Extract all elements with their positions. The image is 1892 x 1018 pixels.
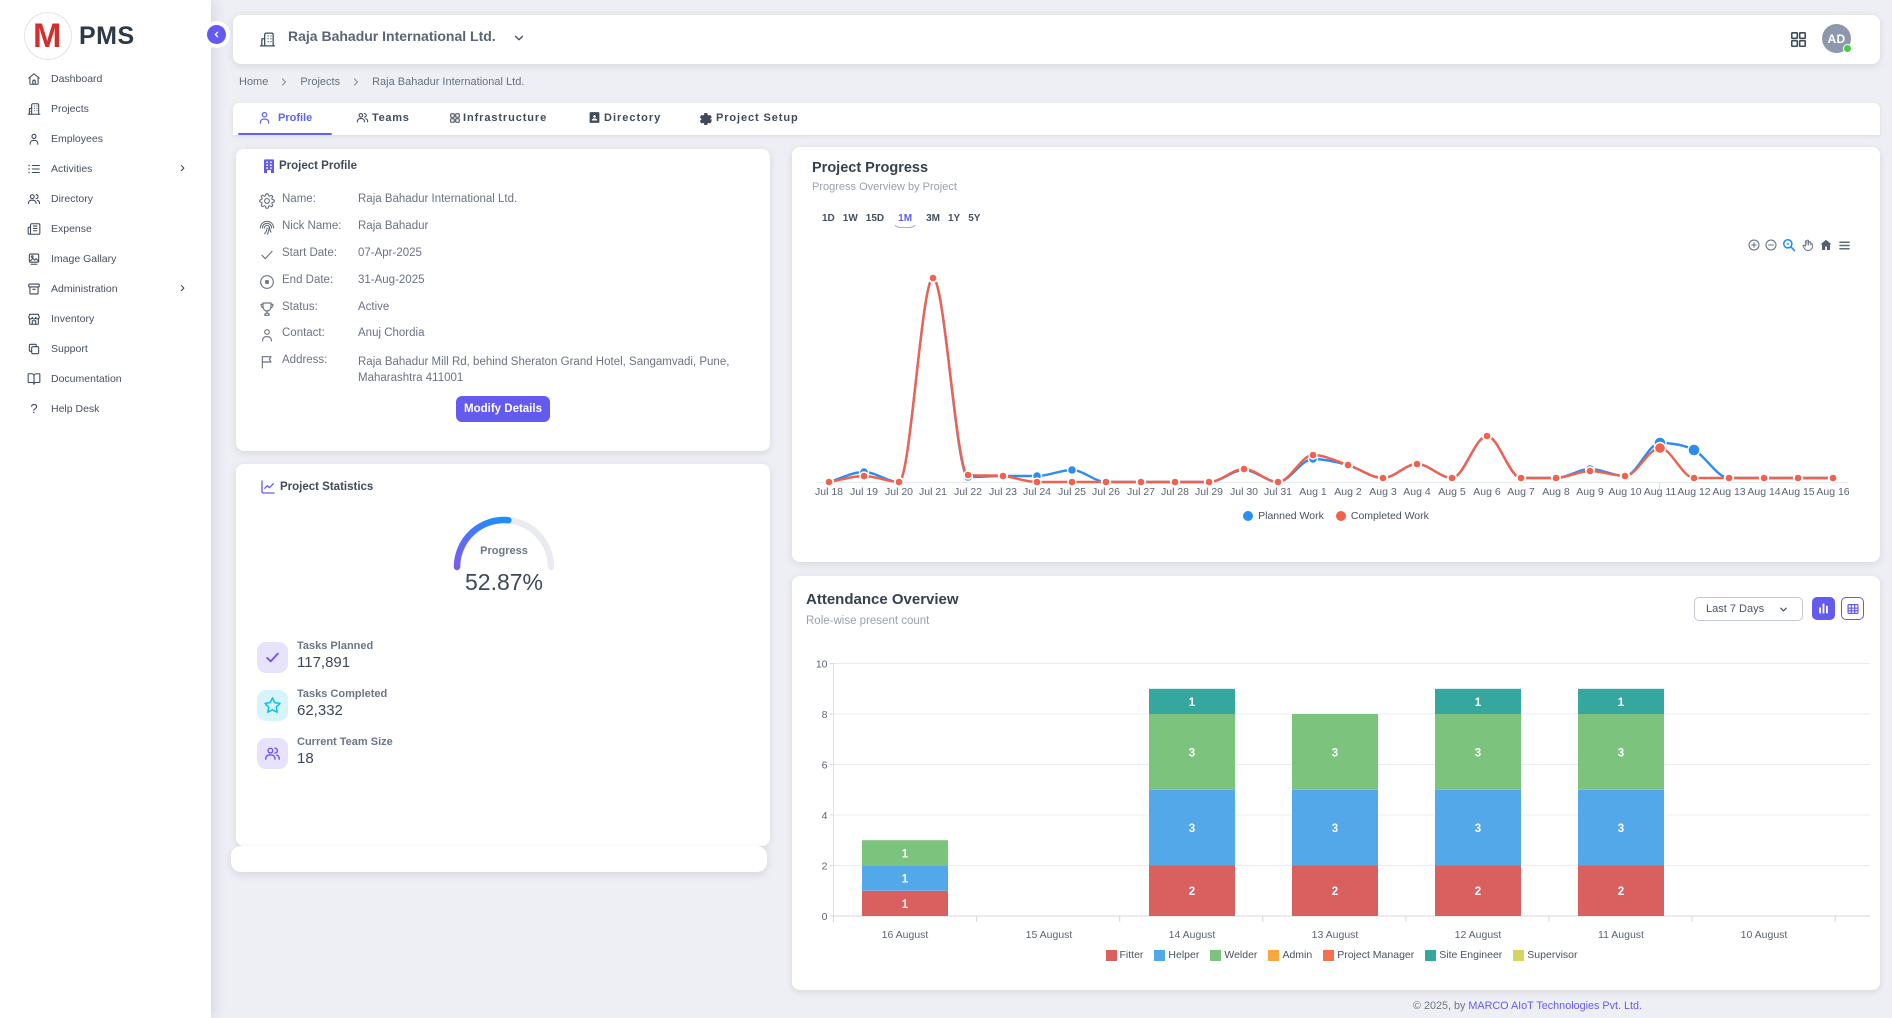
svg-text:8: 8	[822, 709, 828, 721]
svg-text:1: 1	[1475, 697, 1482, 709]
svg-text:Jul 25: Jul 25	[1058, 486, 1086, 498]
svg-text:Jul 26: Jul 26	[1092, 486, 1120, 498]
svg-text:0: 0	[822, 911, 828, 923]
svg-text:3: 3	[1475, 747, 1481, 759]
svg-text:2: 2	[1189, 886, 1195, 898]
svg-text:2: 2	[822, 861, 828, 873]
svg-text:Jul 30: Jul 30	[1230, 486, 1258, 498]
svg-text:Aug 8: Aug 8	[1542, 486, 1570, 498]
svg-text:Jul 21: Jul 21	[919, 486, 947, 498]
svg-text:13 August: 13 August	[1312, 929, 1359, 941]
svg-text:Aug 15: Aug 15	[1781, 486, 1814, 498]
svg-text:1: 1	[1189, 697, 1196, 709]
svg-text:1: 1	[902, 848, 909, 860]
svg-text:2: 2	[1332, 886, 1338, 898]
svg-text:4: 4	[822, 810, 828, 822]
svg-text:15 August: 15 August	[1026, 929, 1073, 941]
svg-text:2: 2	[1475, 886, 1481, 898]
svg-text:3: 3	[1618, 747, 1624, 759]
svg-text:16 August: 16 August	[882, 929, 929, 941]
svg-text:1: 1	[1618, 697, 1625, 709]
svg-text:10: 10	[816, 659, 828, 671]
svg-text:Aug 10: Aug 10	[1608, 486, 1641, 498]
svg-text:11 August: 11 August	[1598, 929, 1644, 941]
svg-text:Aug 9: Aug 9	[1576, 486, 1604, 498]
svg-text:Jul 29: Jul 29	[1195, 486, 1223, 498]
svg-text:3: 3	[1618, 823, 1624, 835]
svg-text:1: 1	[902, 874, 909, 886]
svg-text:3: 3	[1332, 823, 1338, 835]
svg-text:Jul 19: Jul 19	[850, 486, 878, 498]
svg-text:Aug 6: Aug 6	[1473, 486, 1501, 498]
svg-text:Jul 23: Jul 23	[989, 486, 1017, 498]
svg-text:Jul 24: Jul 24	[1023, 486, 1051, 498]
svg-text:12 August: 12 August	[1455, 929, 1502, 941]
svg-text:Jul 18: Jul 18	[815, 486, 843, 498]
svg-text:3: 3	[1332, 747, 1338, 759]
svg-text:3: 3	[1189, 747, 1195, 759]
svg-text:1: 1	[902, 899, 909, 911]
svg-text:Jul 28: Jul 28	[1161, 486, 1189, 498]
svg-text:Aug 4: Aug 4	[1403, 486, 1431, 498]
svg-text:Aug 16: Aug 16	[1816, 486, 1849, 498]
svg-text:Aug 12: Aug 12	[1677, 486, 1710, 498]
svg-text:Aug 5: Aug 5	[1438, 486, 1466, 498]
svg-text:Aug 1: Aug 1	[1299, 486, 1327, 498]
svg-text:Aug 13: Aug 13	[1712, 486, 1745, 498]
svg-text:Aug 14: Aug 14	[1747, 486, 1780, 498]
svg-text:Aug 7: Aug 7	[1507, 486, 1535, 498]
svg-text:2: 2	[1618, 886, 1624, 898]
svg-text:Jul 22: Jul 22	[954, 486, 982, 498]
svg-text:14 August: 14 August	[1169, 929, 1216, 941]
svg-text:Aug 3: Aug 3	[1369, 486, 1397, 498]
svg-text:Jul 20: Jul 20	[885, 486, 913, 498]
svg-text:3: 3	[1189, 823, 1195, 835]
svg-text:Jul 27: Jul 27	[1127, 486, 1155, 498]
svg-text:3: 3	[1475, 823, 1481, 835]
svg-text:Jul 31: Jul 31	[1264, 486, 1292, 498]
svg-text:Aug 11: Aug 11	[1644, 486, 1677, 498]
svg-text:6: 6	[822, 760, 828, 772]
svg-text:10 August: 10 August	[1741, 929, 1788, 941]
svg-text:Aug 2: Aug 2	[1334, 486, 1362, 498]
